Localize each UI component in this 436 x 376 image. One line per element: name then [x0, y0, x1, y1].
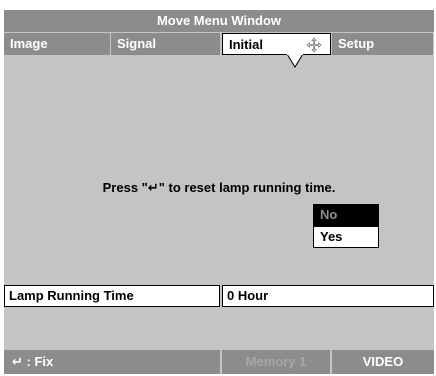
tab-initial[interactable]: Initial	[222, 33, 331, 55]
tab-signal[interactable]: Signal	[111, 33, 221, 55]
menu-panel: Move Menu Window Image Signal Initial Se…	[4, 10, 434, 374]
tab-setup[interactable]: Setup	[332, 33, 434, 55]
tab-image[interactable]: Image	[4, 33, 111, 55]
tab-initial-label: Initial	[229, 37, 263, 52]
menu-tabs: Image Signal Initial Setup	[4, 33, 434, 55]
option-no[interactable]: No	[313, 204, 379, 226]
osd-screen: Move Menu Window Image Signal Initial Se…	[0, 0, 436, 376]
input-mode-indicator: VIDEO	[330, 350, 434, 374]
status-bar: ↵ : Fix Memory 1 VIDEO	[4, 350, 434, 374]
lamp-running-time-value: 0 Hour	[222, 285, 434, 307]
option-yes[interactable]: Yes	[313, 226, 379, 248]
lamp-running-time-label: Lamp Running Time	[4, 285, 220, 307]
window-title: Move Menu Window	[4, 10, 434, 32]
memory-indicator: Memory 1	[245, 354, 307, 369]
tab-pointer-icon	[287, 54, 303, 68]
lamp-running-time-row: Lamp Running Time 0 Hour	[4, 285, 434, 307]
reset-message: Press "↵" to reset lamp running time.	[102, 180, 336, 195]
fix-hint: ↵ : Fix	[12, 354, 54, 369]
move-arrows-icon	[306, 37, 322, 53]
